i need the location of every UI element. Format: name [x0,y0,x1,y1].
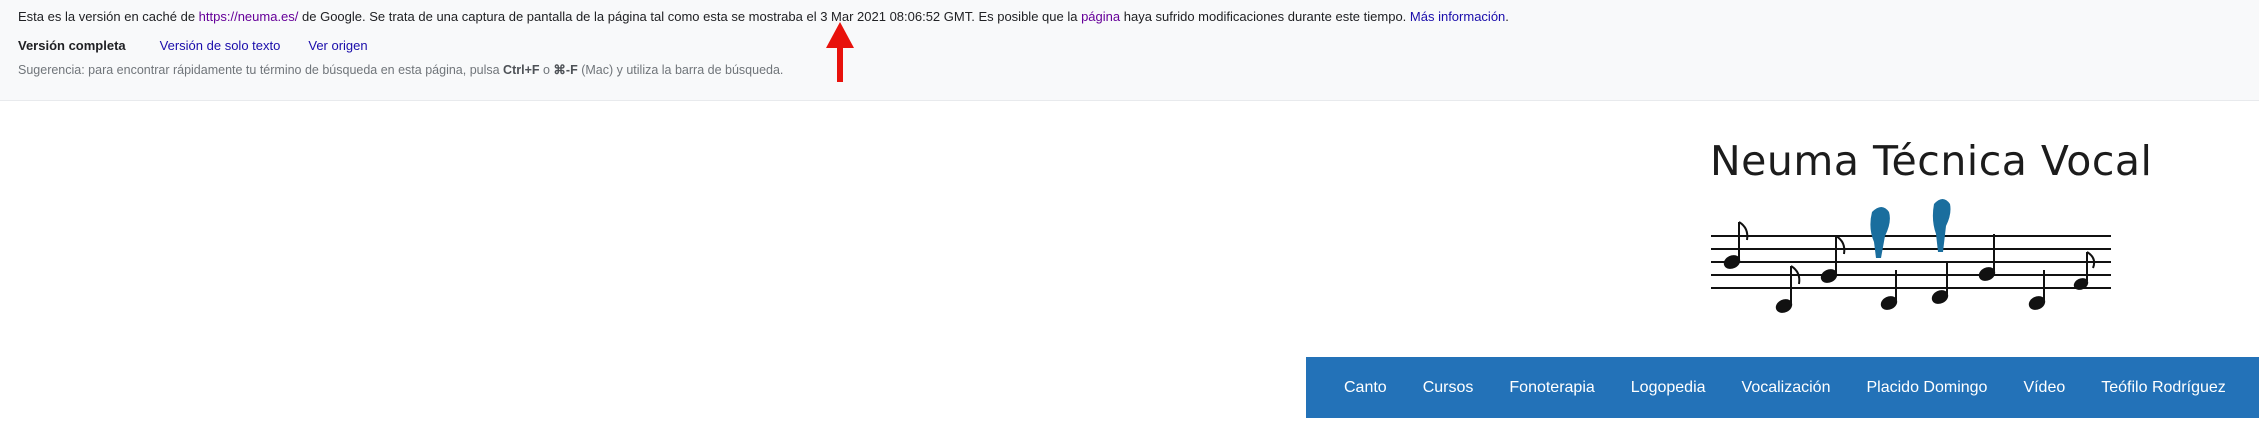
cache-notice-text: haya sufrido modificaciones durante este… [1120,9,1410,24]
full-version-label: Versión completa [18,38,126,53]
cache-version-links: Versión completa Versión de solo texto Ver… [18,38,396,53]
cache-notice-text: Esta es la versión en caché de [18,9,199,24]
shortcut-cmd-f: ⌘-F [553,63,578,77]
cached-url-link[interactable]: https://neuma.es/ [199,9,299,24]
nav-item-fonoterapia[interactable]: Fonoterapia [1509,357,1594,418]
more-info-link[interactable]: Más información [1410,9,1505,24]
view-source-link[interactable]: Ver origen [308,38,367,53]
cache-header: Esta es la versión en caché de https://n… [0,0,2259,101]
cache-notice: Esta es la versión en caché de https://n… [18,9,1509,24]
nav-item-placido-domingo[interactable]: Placido Domingo [1866,357,1987,418]
nav-item-logopedia[interactable]: Logopedia [1631,357,1706,418]
nav-item-vocalizacion[interactable]: Vocalización [1742,357,1831,418]
tip-text: o [539,63,554,77]
red-arrow-icon [826,22,854,82]
nav-item-cursos[interactable]: Cursos [1423,357,1474,418]
nav-item-canto[interactable]: Canto [1344,357,1387,418]
shortcut-ctrl-f: Ctrl+F [503,63,540,77]
music-staff-birds-logo [1711,199,2111,313]
nav-item-teofilo-rodriguez[interactable]: Teófilo Rodríguez [2101,357,2226,418]
site-title[interactable]: Neuma Técnica Vocal [1710,137,2152,185]
main-nav: Canto Cursos Fonoterapia Logopedia Vocalizac… [1306,357,2259,418]
text-only-link[interactable]: Versión de solo texto [160,38,281,53]
page-link[interactable]: página [1081,9,1120,24]
cache-notice-text: . [1505,9,1509,24]
nav-item-video[interactable]: Vídeo [2023,357,2065,418]
search-tip: Sugerencia: para encontrar rápidamente t… [18,62,783,77]
tip-text: Sugerencia: para encontrar rápidamente t… [18,63,504,77]
tip-text: (Mac) y utiliza la barra de búsqueda. [577,63,784,77]
cache-notice-text: de Google. Se trata de una captura de pa… [298,9,1082,24]
